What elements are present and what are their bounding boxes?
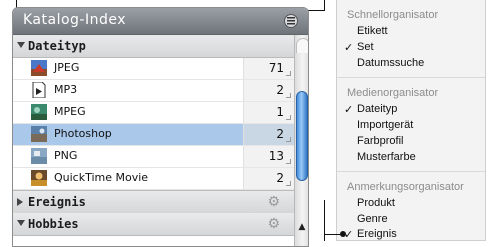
menu-separator [337,171,485,172]
item-count: 2 [276,171,284,185]
menu-item-etikett[interactable]: Etikett [357,25,388,37]
resize-grip-icon [286,181,291,186]
menu-item-datumssuche[interactable]: Datumssuche [357,57,424,69]
menu-item-farbprofil[interactable]: Farbprofil [357,135,403,147]
panel-title: Katalog-Index [23,12,127,28]
group-label-ereignis: Ereignis [28,195,86,209]
callout-dot-bottom [340,231,346,237]
vertical-scrollbar[interactable]: ▲ [294,35,308,246]
organizer-menu: Schnellorganisator Etikett ✓ Set Datumss… [336,0,486,241]
menu-item-dateityp[interactable]: Dateityp [357,103,397,115]
list-item-mpeg[interactable]: MPEG 1 [13,102,294,124]
gear-icon[interactable]: ⚙ [267,194,280,210]
resize-grip-icon [286,93,291,98]
resize-grip-icon [286,137,291,142]
count-cell: 2 [243,168,294,189]
document-icon [32,82,46,98]
menu-item-set[interactable]: Set [357,41,374,53]
item-count: 71 [268,61,284,75]
list-item-photoshop[interactable]: Photoshop 2 [13,124,294,146]
catalog-index-panel: Katalog-Index Dateityp JPEG 71 MP3 2 MPE… [12,7,309,247]
count-cell: 2 [243,124,294,145]
resize-grip-icon [286,159,291,164]
list-item-png[interactable]: PNG 13 [13,146,294,168]
list-item-jpeg[interactable]: JPEG 71 [13,58,294,80]
menu-item-importgeraet[interactable]: Importgerät [357,119,413,131]
organizer-menu-button[interactable] [284,14,298,28]
group-label-cut: Hobbies [28,217,79,231]
disclosure-open-icon[interactable] [17,42,25,49]
catalog-list: Dateityp JPEG 71 MP3 2 MPEG 1 Photoshop … [13,35,308,246]
png-image-icon [31,148,47,164]
panel-header: Katalog-Index [13,8,308,35]
menu-header-schnellorganisator: Schnellorganisator [347,9,439,21]
checkmark-icon: ✓ [344,42,354,54]
count-cell: 71 [243,58,294,79]
item-name: JPEG [54,61,80,74]
item-count: 13 [268,149,284,163]
menu-header-medienorganisator: Medienorganisator [347,87,439,99]
photoshop-image-icon [31,126,47,142]
disclosure-closed-icon[interactable] [17,198,24,206]
group-cut-off[interactable]: Hobbies ⚙ [13,213,294,236]
resize-grip-icon [286,115,291,120]
item-name: Photoshop [54,127,112,140]
menu-item-genre[interactable]: Genre [357,213,388,225]
item-count: 2 [276,127,284,141]
item-name: QuickTime Movie [54,171,149,184]
menu-item-musterfarbe[interactable]: Musterfarbe [357,151,416,163]
resize-grip-icon [286,71,291,76]
item-name: MPEG [54,105,86,118]
group-ereignis[interactable]: Ereignis ⚙ [13,190,294,214]
disclosure-open-icon[interactable] [17,220,25,227]
mpeg-video-icon [31,104,47,120]
checkmark-icon: ✓ [344,104,354,116]
quicktime-movie-icon [31,170,47,186]
list-menu-icon [287,17,295,25]
item-count: 1 [276,105,284,119]
scrollbar-thumb[interactable] [296,91,308,181]
item-count: 2 [276,83,284,97]
count-cell: 1 [243,102,294,123]
group-label-dateityp: Dateityp [28,39,86,53]
menu-separator [337,77,485,78]
list-item-quicktime-movie[interactable]: QuickTime Movie 2 [13,168,294,190]
item-name: MP3 [54,83,78,96]
menu-item-produkt[interactable]: Produkt [357,197,395,209]
group-dateityp[interactable]: Dateityp [13,35,294,58]
jpeg-image-icon [31,60,47,76]
menu-header-anmerkungsorganisator: Anmerkungsorganisator [347,181,464,193]
menu-item-ereignis[interactable]: Ereignis [357,228,397,240]
list-item-mp3[interactable]: MP3 2 [13,80,294,102]
callout-line-right-vertical [324,0,325,10]
scroll-up-arrow-icon[interactable]: ▲ [296,222,308,236]
gear-icon[interactable]: ⚙ [267,216,280,232]
scrollbar-top-cap [296,38,308,53]
count-cell: 2 [243,80,294,101]
count-cell: 13 [243,146,294,167]
item-name: PNG [54,149,78,162]
